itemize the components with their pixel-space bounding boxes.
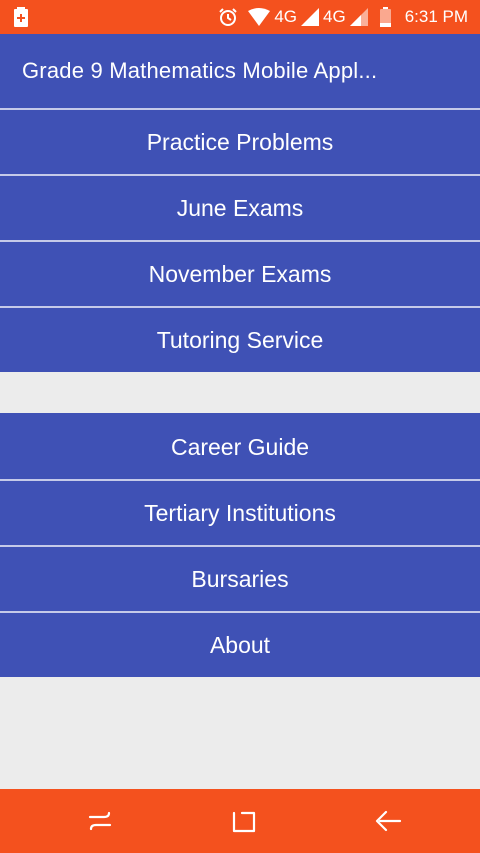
network-type-2: 4G: [323, 7, 346, 26]
menu-item-tutoring-service[interactable]: Tutoring Service: [0, 306, 480, 372]
menu-item-career-guide[interactable]: Career Guide: [0, 413, 480, 479]
home-icon[interactable]: [228, 805, 260, 837]
menu-item-about[interactable]: About: [0, 611, 480, 677]
menu-group-secondary: Career Guide Tertiary Institutions Bursa…: [0, 413, 480, 677]
recent-apps-icon[interactable]: [84, 805, 116, 837]
signal-icon: [349, 8, 368, 26]
menu-item-june-exams[interactable]: June Exams: [0, 174, 480, 240]
wifi-icon: [248, 8, 271, 26]
signal-icon: [301, 8, 319, 26]
menu-item-november-exams[interactable]: November Exams: [0, 240, 480, 306]
network-type-1: 4G: [274, 7, 297, 26]
battery-icon: [379, 7, 391, 27]
battery-charging-icon: [14, 7, 34, 27]
menu-item-tertiary-institutions[interactable]: Tertiary Institutions: [0, 479, 480, 545]
alarm-icon: [218, 7, 238, 27]
navigation-bar: [0, 789, 480, 853]
menu-item-practice-problems[interactable]: Practice Problems: [0, 108, 480, 174]
app-bar: Grade 9 Mathematics Mobile Appl...: [0, 34, 480, 108]
menu-item-bursaries[interactable]: Bursaries: [0, 545, 480, 611]
clock: 6:31 PM: [404, 7, 468, 26]
status-icons: 4G 4G 6:31 PM: [218, 0, 468, 34]
screen: 4G 4G 6:31 PM Grade 9 Mathematics Mobile…: [0, 0, 480, 853]
status-bar: 4G 4G 6:31 PM: [0, 0, 480, 34]
menu-group-primary: Practice Problems June Exams November Ex…: [0, 108, 480, 372]
app-title: Grade 9 Mathematics Mobile Appl...: [22, 58, 378, 83]
back-icon[interactable]: [372, 805, 404, 837]
